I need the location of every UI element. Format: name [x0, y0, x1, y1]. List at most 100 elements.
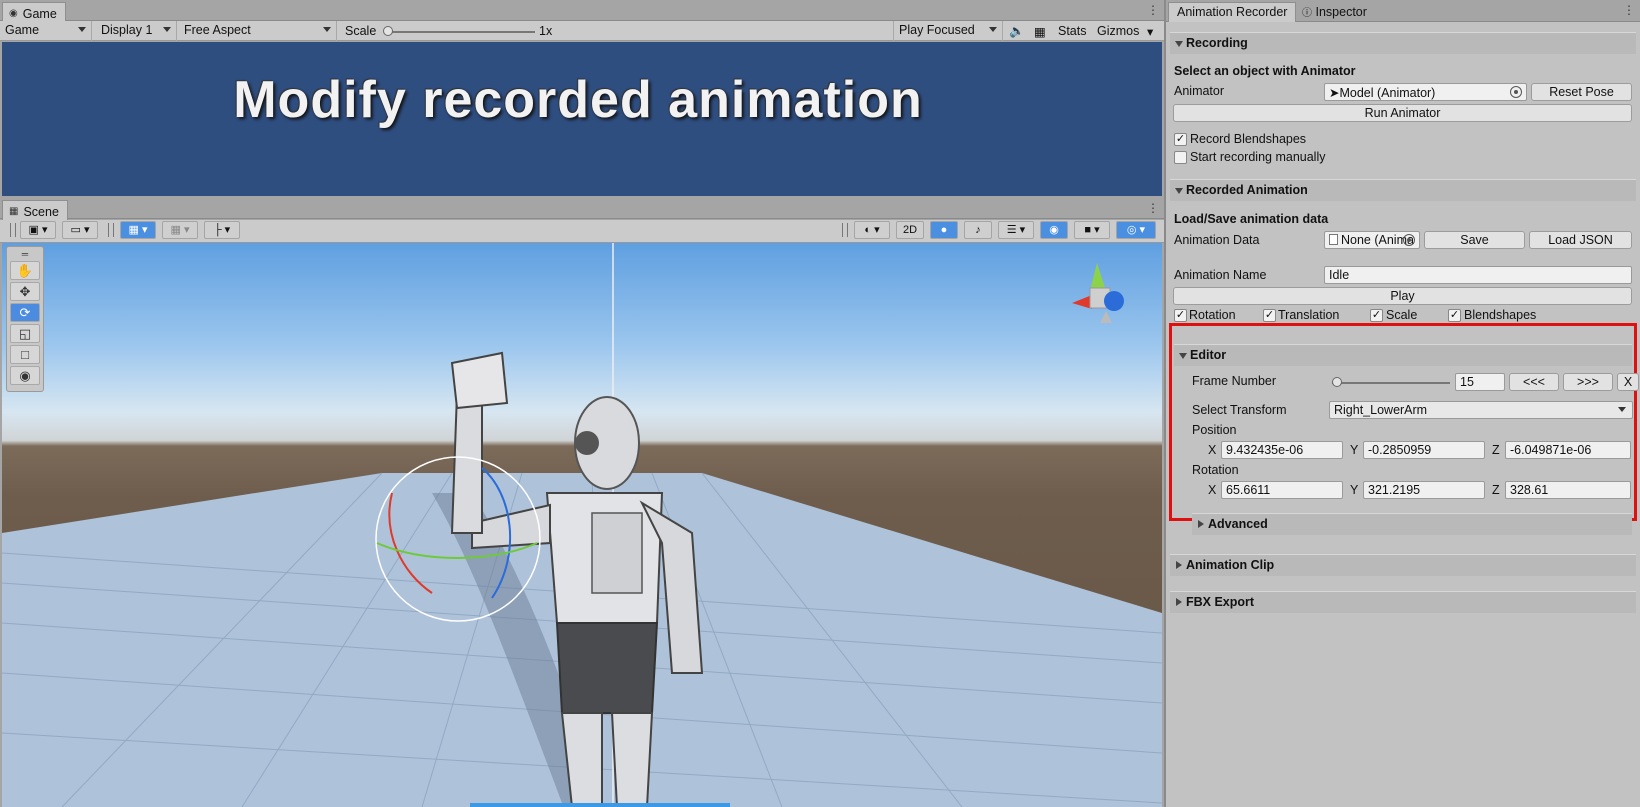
translation-checkbox[interactable]: ✓ — [1263, 309, 1276, 322]
transform-tool-icon[interactable]: ◉ — [10, 366, 40, 385]
load-json-button[interactable]: Load JSON — [1529, 231, 1632, 249]
camera-icon[interactable]: ■ ▾ — [1074, 221, 1110, 239]
2d-toggle-button[interactable]: 2D — [896, 221, 924, 239]
hand-tool-icon[interactable]: ✋ — [10, 261, 40, 280]
orientation-gizmo[interactable] — [1072, 263, 1124, 323]
gizmos-globe-icon[interactable]: ◎ ▾ — [1116, 221, 1156, 239]
object-picker-icon[interactable] — [1510, 86, 1522, 98]
gizmos-button[interactable]: Gizmos — [1097, 24, 1139, 38]
increment-snap-button[interactable]: ▦ ▾ — [162, 221, 198, 239]
animator-field[interactable]: ➤Model (Animator) — [1324, 83, 1527, 101]
keyboard-icon[interactable]: ▦ — [1034, 24, 1046, 39]
ruler-button[interactable]: ├ ▾ — [204, 221, 240, 239]
scale-tool-icon[interactable]: ◱ — [10, 324, 40, 343]
game-tabbar: ◉ Game ⋮ — [0, 0, 1164, 22]
next-frame-button[interactable]: >>> — [1563, 373, 1613, 391]
palette-grip-icon[interactable]: ═ — [10, 250, 40, 260]
record-blendshapes-checkbox[interactable]: ✓ — [1174, 133, 1187, 146]
start-manually-checkbox[interactable] — [1174, 151, 1187, 164]
recorded-animation-header: Recorded Animation — [1186, 183, 1308, 197]
foldout-closed-icon — [1176, 561, 1182, 569]
tab-game-label: Game — [22, 6, 57, 21]
tab-game[interactable]: ◉ Game — [2, 2, 66, 22]
display-mode-dropdown[interactable]: Game — [0, 21, 92, 41]
toolbar-grip[interactable] — [108, 223, 114, 237]
game-view[interactable]: Modify recorded animation — [2, 42, 1162, 196]
scale-value: 1x — [539, 24, 553, 38]
rotation-checkbox[interactable]: ✓ — [1174, 309, 1187, 322]
rotation-y-input[interactable]: 321.2195 — [1363, 481, 1485, 499]
chevron-down-icon — [1618, 407, 1626, 412]
toolbar-grip[interactable] — [842, 223, 848, 237]
reset-pose-button[interactable]: Reset Pose — [1531, 83, 1632, 101]
animation-clip-foldout[interactable]: Animation Clip — [1170, 554, 1636, 576]
position-y-input[interactable]: -0.2850959 — [1363, 441, 1485, 459]
aspect-dropdown[interactable]: Free Aspect — [179, 21, 337, 41]
frame-slider-knob[interactable] — [1332, 377, 1342, 387]
kebab-menu-icon[interactable]: ⋮ — [1147, 3, 1159, 17]
rotation-x-input[interactable]: 65.6611 — [1221, 481, 1343, 499]
grid-snap-button[interactable]: ▦ ▾ — [120, 221, 156, 239]
run-animator-button[interactable]: Run Animator — [1173, 104, 1632, 122]
draw-mode-button[interactable]: ▣ ▾ — [20, 221, 56, 239]
tab-inspector[interactable]: ⓘ Inspector — [1294, 2, 1375, 22]
tab-scene-label: Scene — [23, 204, 59, 219]
editor-foldout[interactable]: Editor — [1174, 344, 1632, 366]
kebab-menu-icon[interactable]: ⋮ — [1147, 201, 1159, 215]
rotate-tool-icon[interactable]: ⟳ — [10, 303, 40, 322]
frame-number-input[interactable]: 15 — [1455, 373, 1505, 391]
display-mode-label: Game — [5, 23, 40, 37]
tab-scene[interactable]: ▦ Scene — [2, 200, 68, 220]
scene-tabbar: ▦ Scene ⋮ — [0, 198, 1164, 220]
object-picker-icon[interactable] — [1403, 234, 1415, 246]
chevron-down-icon — [989, 27, 997, 32]
save-button[interactable]: Save — [1424, 231, 1525, 249]
shading-mode-button[interactable]: ◐ ▾ — [854, 221, 890, 239]
fbx-export-foldout[interactable]: FBX Export — [1170, 591, 1636, 613]
position-z-label: Z — [1492, 443, 1500, 457]
close-editor-button[interactable]: X — [1617, 373, 1639, 391]
position-y-label: Y — [1350, 443, 1359, 457]
shading-cube-button[interactable]: ▭ ▾ — [62, 221, 98, 239]
frame-slider[interactable] — [1332, 382, 1450, 384]
scale-checkbox[interactable]: ✓ — [1370, 309, 1383, 322]
kebab-menu-icon[interactable]: ⋮ — [1623, 3, 1635, 17]
scale-slider[interactable] — [385, 31, 535, 33]
animation-name-input[interactable]: Idle — [1324, 266, 1632, 284]
gamepad-icon: ◉ — [9, 8, 18, 19]
info-icon: ⓘ — [1302, 8, 1312, 19]
rotation-z-input[interactable]: 328.61 — [1505, 481, 1631, 499]
move-tool-icon[interactable]: ✥ — [10, 282, 40, 301]
scene-view[interactable] — [2, 243, 1162, 807]
aspect-label: Free Aspect — [184, 23, 251, 37]
scale-slider-knob[interactable] — [383, 26, 393, 36]
tab-animation-recorder[interactable]: Animation Recorder — [1168, 2, 1297, 22]
mute-audio-icon[interactable]: 🔈 — [1009, 24, 1025, 39]
play-mode-dropdown[interactable]: Play Focused — [893, 21, 1003, 41]
blendshapes-checkbox[interactable]: ✓ — [1448, 309, 1461, 322]
stats-button[interactable]: Stats — [1058, 24, 1087, 38]
position-z-input[interactable]: -6.049871e-06 — [1505, 441, 1631, 459]
chevron-down-icon — [163, 27, 171, 32]
play-button[interactable]: Play — [1173, 287, 1632, 305]
recording-header: Recording — [1186, 36, 1248, 50]
gizmos-dropdown-icon[interactable]: ▾ — [1147, 24, 1153, 39]
select-transform-dropdown[interactable]: Right_LowerArm — [1329, 401, 1633, 419]
toolbar-grip[interactable] — [10, 223, 16, 237]
translation-toggle-label: Translation — [1278, 308, 1340, 322]
advanced-foldout[interactable]: Advanced — [1192, 513, 1632, 535]
display-dropdown[interactable]: Display 1 — [96, 21, 177, 41]
effects-icon[interactable]: ☰ ▾ — [998, 221, 1034, 239]
position-x-input[interactable]: 9.432435e-06 — [1221, 441, 1343, 459]
recording-foldout[interactable]: Recording — [1170, 32, 1636, 54]
rect-tool-icon[interactable]: □ — [10, 345, 40, 364]
audio-mute-icon[interactable]: ♪ — [964, 221, 992, 239]
visibility-icon[interactable]: ◉ — [1040, 221, 1068, 239]
prev-frame-button[interactable]: <<< — [1509, 373, 1559, 391]
scene-progress-bar — [470, 803, 730, 807]
scale-toggle-label: Scale — [1386, 308, 1418, 322]
recorded-animation-foldout[interactable]: Recorded Animation — [1170, 179, 1636, 201]
animation-data-field[interactable]: None (Anima — [1324, 231, 1420, 249]
lighting-icon[interactable]: ● — [930, 221, 958, 239]
foldout-closed-icon — [1176, 598, 1182, 606]
